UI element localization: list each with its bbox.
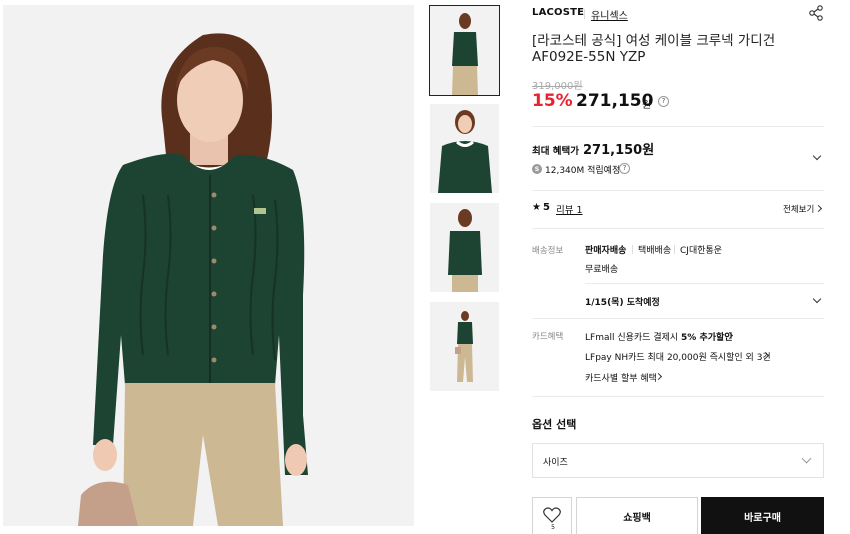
thumbnail-back-photo xyxy=(430,203,499,292)
points-icon: S xyxy=(532,164,542,174)
shipping-carrier: CJ대한통운 xyxy=(680,246,723,256)
review-count-link[interactable]: 리뷰 1 xyxy=(556,202,583,216)
model-photo-illustration xyxy=(3,5,414,526)
chevron-down-icon[interactable] xyxy=(812,294,822,304)
star-icon: ★ xyxy=(532,202,541,213)
chevron-down-icon xyxy=(801,453,812,464)
original-price: 319,000원 xyxy=(532,81,583,92)
divider xyxy=(532,228,824,229)
thumbnail-3[interactable] xyxy=(430,203,499,292)
buy-now-button[interactable]: 바로구매 xyxy=(701,497,824,534)
card-benefit-label: 카드혜택 xyxy=(532,332,564,342)
shipping-label: 배송정보 xyxy=(532,246,564,256)
add-to-cart-button[interactable]: 쇼핑백 xyxy=(576,497,698,534)
card-benefit-line3[interactable]: 카드사별 할부 혜택 xyxy=(585,371,657,384)
gender-tag-link[interactable]: 유니섹스 xyxy=(591,7,628,22)
card-benefit-line2[interactable]: LFpay NH카드 최대 20,000원 즉시할인 외 3건 xyxy=(585,350,771,363)
card-benefit-line1-text: LFmall 신용카드 결제시 xyxy=(585,333,682,343)
price-unit: 원 xyxy=(642,100,652,111)
divider xyxy=(532,126,824,127)
chevron-down-icon[interactable] xyxy=(812,151,822,161)
divider xyxy=(532,318,824,319)
points-info-icon[interactable]: ? xyxy=(619,163,630,174)
product-title-line1: [라코스테 공식] 여성 케이블 크루넥 가디건 xyxy=(532,33,776,49)
shipping-method: 택배배송 xyxy=(638,246,672,256)
divider xyxy=(532,396,824,397)
benefit-label: 최대 혜택가 xyxy=(532,146,580,157)
shipping-seller: 판매자배송 xyxy=(585,246,627,256)
thumbnail-closeup-photo xyxy=(430,104,499,193)
view-all-reviews-link[interactable]: 전체보기 xyxy=(783,203,814,215)
thumbnail-4[interactable] xyxy=(430,302,499,391)
product-title-line2: AF092E-55N YZP xyxy=(532,49,646,65)
divider xyxy=(585,283,824,284)
thumbnail-front-photo xyxy=(430,6,499,95)
divider xyxy=(532,190,824,191)
divider xyxy=(674,245,675,254)
size-select[interactable]: 사이즈 xyxy=(532,443,824,478)
size-select-placeholder: 사이즈 xyxy=(543,458,568,468)
price-info-icon[interactable]: ? xyxy=(658,96,669,107)
card-benefit-line1[interactable]: LFmall 신용카드 결제시 5% 추가할인 xyxy=(585,330,733,343)
chevron-right-icon xyxy=(814,204,823,213)
share-icon[interactable] xyxy=(808,5,824,21)
thumbnail-1[interactable] xyxy=(429,5,500,96)
main-product-image[interactable] xyxy=(3,5,414,526)
thumbnail-2[interactable] xyxy=(430,104,499,193)
arrival-date[interactable]: 1/15(목) 도착예정 xyxy=(585,295,660,308)
heart-icon xyxy=(543,507,561,523)
divider xyxy=(584,9,585,19)
options-title: 옵션 선택 xyxy=(532,418,577,431)
brand-name[interactable]: LACOSTE xyxy=(532,7,584,18)
benefit-price: 271,150원 xyxy=(583,143,655,158)
card-benefit-line1-highlight: 5% 추가할인 xyxy=(681,333,733,343)
review-rating: 5 xyxy=(543,202,550,213)
wishlist-count: 5 xyxy=(551,524,555,531)
thumbnail-full-body-photo xyxy=(430,302,499,391)
wishlist-button[interactable]: 5 xyxy=(532,497,572,534)
discount-rate: 15% xyxy=(532,91,573,111)
divider xyxy=(632,245,633,254)
shipping-fee: 무료배송 xyxy=(585,265,619,275)
points-text: 12,340M 적립예정 xyxy=(545,166,621,176)
